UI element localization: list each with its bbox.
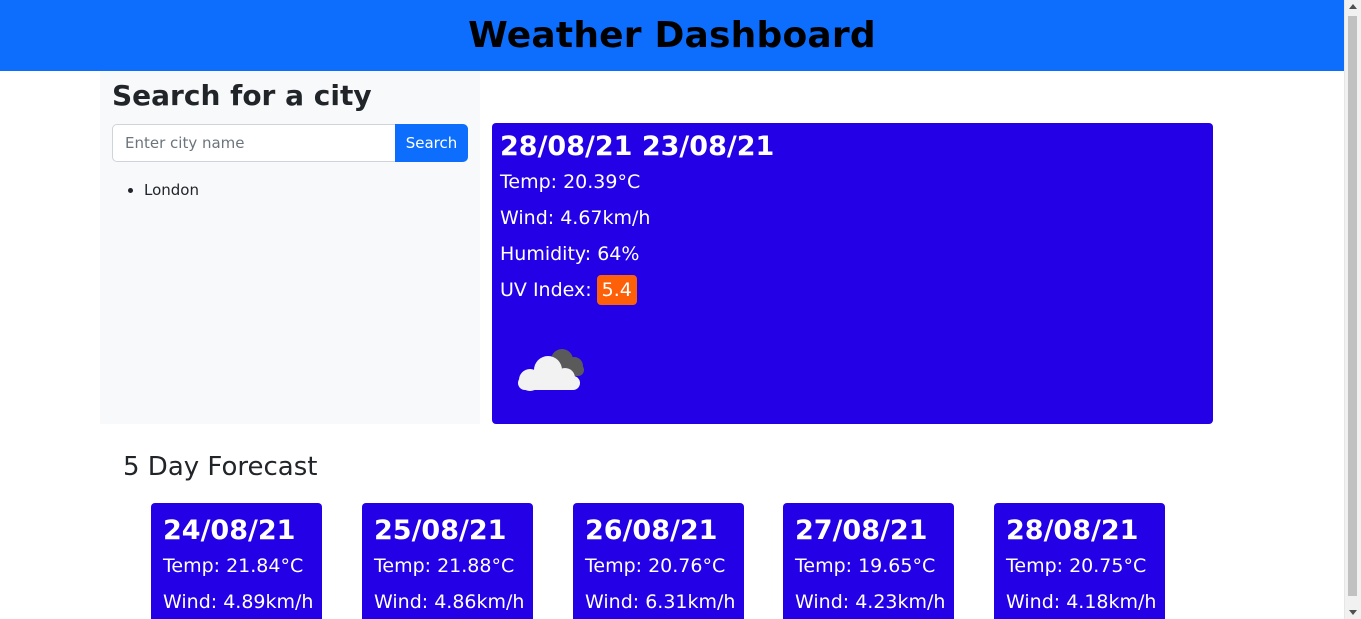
forecast-wind: Wind: 4.23km/h (795, 591, 946, 613)
current-temp: Temp: 20.39°C (500, 171, 641, 193)
forecast-temp: Temp: 20.76°C (585, 555, 726, 577)
forecast-title: 5 Day Forecast (123, 452, 318, 482)
search-group: Search (112, 124, 468, 162)
current-date: 28/08/21 23/08/21 (500, 131, 775, 162)
uv-index-badge: 5.4 (596, 275, 637, 305)
forecast-temp: Temp: 21.84°C (163, 555, 304, 577)
forecast-temp: Temp: 19.65°C (795, 555, 936, 577)
search-button[interactable]: Search (395, 124, 468, 162)
forecast-date: 27/08/21 (795, 515, 928, 546)
page: Weather Dashboard Search for a city Sear… (0, 0, 1361, 619)
forecast-wind: Wind: 6.31km/h (585, 591, 736, 613)
search-panel: Search for a city Search London (100, 71, 480, 424)
forecast-date: 28/08/21 (1006, 515, 1139, 546)
cloudy-icon (518, 349, 584, 391)
forecast-wind: Wind: 4.89km/h (163, 591, 314, 613)
forecast-card: 24/08/21 Temp: 21.84°C Wind: 4.89km/h (151, 503, 322, 619)
current-weather-card: 28/08/21 23/08/21 Temp: 20.39°C Wind: 4.… (492, 123, 1213, 424)
forecast-date: 26/08/21 (585, 515, 718, 546)
uv-index-label: UV Index: (500, 279, 592, 301)
search-panel-title: Search for a city (112, 79, 372, 112)
forecast-date: 24/08/21 (163, 515, 296, 546)
forecast-temp: Temp: 20.75°C (1006, 555, 1147, 577)
forecast-temp: Temp: 21.88°C (374, 555, 515, 577)
vertical-scrollbar[interactable] (1344, 0, 1361, 619)
forecast-card: 26/08/21 Temp: 20.76°C Wind: 6.31km/h (573, 503, 744, 619)
search-history-list: London (112, 179, 199, 201)
uv-index-row: UV Index: 5.4 (500, 275, 637, 305)
forecast-wind: Wind: 4.18km/h (1006, 591, 1157, 613)
city-search-input[interactable] (112, 124, 395, 162)
header-bar: Weather Dashboard (0, 0, 1344, 71)
page-title: Weather Dashboard (468, 15, 876, 56)
current-wind: Wind: 4.67km/h (500, 207, 651, 229)
forecast-wind: Wind: 4.86km/h (374, 591, 525, 613)
history-item-london[interactable]: London (144, 179, 199, 201)
scroll-down-icon[interactable] (1349, 610, 1357, 615)
scrollbar-thumb[interactable] (1348, 16, 1357, 596)
forecast-card: 27/08/21 Temp: 19.65°C Wind: 4.23km/h (783, 503, 954, 619)
forecast-card: 28/08/21 Temp: 20.75°C Wind: 4.18km/h (994, 503, 1165, 619)
scroll-up-icon[interactable] (1349, 4, 1357, 9)
forecast-date: 25/08/21 (374, 515, 507, 546)
current-humidity: Humidity: 64% (500, 243, 640, 265)
forecast-card: 25/08/21 Temp: 21.88°C Wind: 4.86km/h (362, 503, 533, 619)
